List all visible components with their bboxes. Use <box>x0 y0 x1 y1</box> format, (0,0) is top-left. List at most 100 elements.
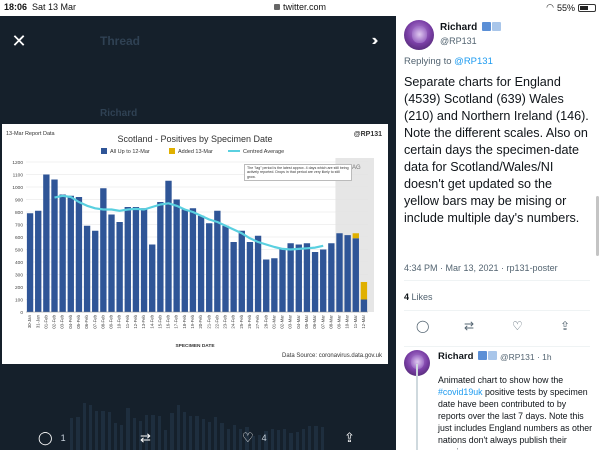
viewer-share-button[interactable]: ⇪ <box>344 430 355 446</box>
author-name[interactable]: Richard <box>440 22 477 33</box>
viewer-action-bar: ◯ 1 ⇄ ♡ 4 ⇪ <box>0 428 396 450</box>
bar-all <box>197 215 205 312</box>
bar-all <box>222 225 229 312</box>
x-tick-label: 05-Feb <box>76 314 81 328</box>
x-tick-label: 08-Feb <box>101 314 106 328</box>
scrollbar[interactable] <box>596 196 599 256</box>
y-tick-label: 900 <box>15 197 23 203</box>
hashtag-link[interactable]: #covid19uk <box>438 387 483 397</box>
x-tick-label: 09-Mar <box>337 314 342 328</box>
tweet-timestamp[interactable]: 4:34 PM · Mar 13, 2021 · rp131-poster <box>404 263 558 273</box>
expand-panel-button[interactable]: ›› <box>362 30 384 52</box>
x-tick-label: 02-Mar <box>280 314 285 328</box>
x-tick-label: 04-Mar <box>296 314 301 328</box>
bar-all <box>206 223 213 312</box>
x-tick-label: 26-Feb <box>247 314 252 328</box>
bar-all <box>271 258 278 312</box>
like-button[interactable]: ♡ <box>512 319 523 333</box>
bar-all <box>51 179 58 312</box>
viewer-retweet-button[interactable]: ⇄ <box>140 430 151 446</box>
x-tick-label: 11-Feb <box>125 314 130 328</box>
x-tick-label: 09-Feb <box>109 314 114 328</box>
legend-label-all: All Up to 12-Mar <box>110 149 150 155</box>
x-tick-label: 30-Jan <box>27 314 32 328</box>
x-tick-label: 22-Feb <box>215 314 220 328</box>
x-tick-label: 21-Feb <box>206 314 211 328</box>
x-tick-label: 12-Mar <box>361 314 366 328</box>
x-tick-label: 07-Mar <box>320 314 325 328</box>
divider <box>404 280 590 281</box>
chart-note: The "lag" period is the latest approx. 4… <box>244 164 352 182</box>
y-tick-label: 600 <box>15 235 23 241</box>
bar-all <box>100 188 107 312</box>
x-tick-label: 07-Feb <box>92 314 97 328</box>
url-bar[interactable]: twitter.com <box>0 2 600 12</box>
x-tick-label: 01-Feb <box>44 314 49 328</box>
bar-all <box>67 195 74 312</box>
bar-all <box>35 210 42 312</box>
chart-image[interactable]: 13-Mar Report Data Scotland - Positives b… <box>2 124 388 364</box>
retweet-button[interactable]: ⇄ <box>464 319 474 333</box>
reply-handle-time[interactable]: @RP131 · 1h <box>500 352 552 362</box>
share-icon: ⇪ <box>560 319 571 333</box>
avatar[interactable] <box>404 20 434 50</box>
viewer-reply-count: 1 <box>60 433 66 443</box>
bar-all <box>352 238 359 312</box>
bar-all <box>214 210 221 312</box>
y-tick-label: 500 <box>15 247 23 253</box>
share-button[interactable]: ⇪ <box>560 319 570 333</box>
y-tick-label: 1100 <box>13 172 24 178</box>
x-tick-label: 11-Mar <box>353 314 358 328</box>
bar-all <box>75 197 83 312</box>
x-tick-label: 14-Feb <box>149 314 154 328</box>
bar-all <box>246 242 254 312</box>
likes-summary[interactable]: 4 Likes <box>404 292 433 302</box>
bar-all <box>360 299 368 312</box>
bar-all <box>132 207 140 312</box>
chart-increasing-emoji-icon <box>492 22 501 31</box>
bar-all <box>108 214 115 312</box>
bar-added <box>360 282 368 300</box>
tweet-action-bar: ◯ ⇄ ♡ ⇪ <box>396 319 600 339</box>
close-viewer-button[interactable]: ✕ <box>8 30 30 52</box>
chart-note-box: The "lag" period is the latest approx. 4… <box>244 164 352 182</box>
media-viewer: Thread Richard ✕ ›› 13-Mar Report Data Sc… <box>0 16 396 450</box>
bar-all <box>344 235 351 312</box>
bar-all <box>165 180 172 312</box>
bar-all <box>181 209 188 312</box>
x-tick-label: 01-Mar <box>272 314 277 328</box>
reply-icon: ◯ <box>38 430 53 445</box>
x-tick-label: 18-Feb <box>182 314 187 328</box>
reply-author-name[interactable]: Richard <box>438 351 473 362</box>
legend-swatch-added <box>169 148 175 154</box>
y-tick-label: 300 <box>15 272 23 278</box>
x-tick-label: 12-Feb <box>133 314 138 328</box>
tweet-panel: Richard @RP131 Replying to @RP131 Separa… <box>396 16 600 450</box>
bar-all <box>295 244 302 312</box>
x-tick-label: 24-Feb <box>231 314 236 328</box>
author-handle[interactable]: @RP131 <box>440 36 477 46</box>
x-tick-label: 27-Feb <box>255 314 260 328</box>
battery-icon <box>578 3 596 12</box>
heart-icon: ♡ <box>242 430 254 445</box>
replying-to-link[interactable]: @RP131 <box>454 56 493 67</box>
chart-report-label: 13-Mar Report Data <box>6 131 56 137</box>
x-tick-label: 03-Feb <box>60 314 65 328</box>
bar-all <box>238 230 245 312</box>
y-tick-label: 400 <box>15 260 23 266</box>
bar-all <box>116 222 123 312</box>
heart-icon: ♡ <box>512 319 523 333</box>
reply-icon: ◯ <box>416 319 430 333</box>
x-tick-label: 13-Feb <box>141 314 146 328</box>
bar-all <box>287 243 294 312</box>
x-tick-label: 02-Feb <box>52 314 57 328</box>
reply-button[interactable]: ◯ <box>416 319 429 333</box>
chart-title: Scotland - Positives by Specimen Date <box>117 134 272 144</box>
bar-all <box>254 235 262 312</box>
wifi-icon: ◠ <box>546 2 554 12</box>
viewer-like-button[interactable]: ♡ 4 <box>242 430 267 446</box>
bar-all <box>173 199 180 312</box>
viewer-reply-button[interactable]: ◯ 1 <box>38 430 66 446</box>
chart-increasing-emoji-icon <box>488 351 497 360</box>
bar-all <box>230 242 237 312</box>
